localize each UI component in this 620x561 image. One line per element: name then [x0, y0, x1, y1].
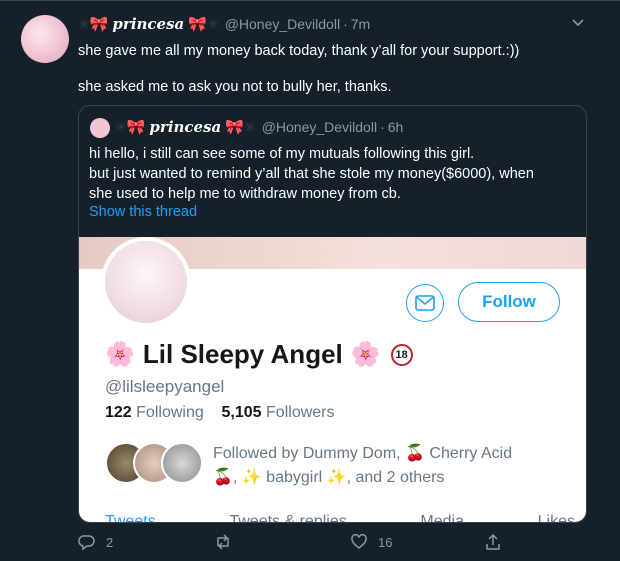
quoted-text-line: she used to help me to withdraw money fr… [89, 186, 401, 202]
tab-media: Media [420, 513, 464, 523]
bow-icon: 🎀 [188, 16, 207, 33]
quoted-handle: @Honey_Devildoll [261, 119, 378, 135]
chevron-down-icon[interactable] [571, 15, 585, 29]
share-icon [486, 533, 500, 550]
age-restriction-badge: 18 [390, 343, 413, 366]
tweet-header: ✳ 🎀 princesa 🎀 ✳ @Honey_Devildoll · 7m [78, 13, 370, 35]
show-thread-link[interactable]: Show this thread [89, 204, 197, 220]
follower-avatar [161, 442, 203, 484]
tweet[interactable]: ✳ 🎀 princesa 🎀 ✳ @Honey_Devildoll · 7m s… [0, 0, 620, 561]
spider-icon: ✳ [115, 118, 127, 135]
retweet-icon [217, 534, 229, 550]
tweet-text-line: she gave me all my money back today, tha… [78, 43, 520, 59]
bow-icon: 🎀 [89, 16, 109, 33]
like-count: 16 [378, 534, 393, 550]
follow-button: Follow [458, 282, 560, 322]
bow-icon: 🎀 [126, 119, 146, 136]
tab-tweets: Tweets [105, 513, 156, 523]
retweet-button[interactable] [214, 533, 242, 551]
spider-icon: ✳ [206, 15, 219, 32]
author-name[interactable]: princesa [112, 15, 184, 33]
separator-dot: · [343, 16, 348, 32]
flower-icon: 🌸 [350, 341, 381, 368]
profile-tabs: Tweets Tweets & replies Media Likes [105, 513, 575, 523]
quoted-text-line: hi hello, i still can see some of my mut… [89, 146, 475, 162]
separator-dot: · [380, 119, 385, 135]
profile-name: Lil Sleepy Angel [142, 339, 343, 369]
followed-by-line: Followed by Dummy Dom, 🍒 Cherry Acid [213, 445, 513, 462]
quoted-text-line: but just wanted to remind y’all that she… [89, 166, 534, 182]
following-label: Following [136, 404, 204, 421]
bow-icon: 🎀 [225, 119, 244, 136]
tweet-text-line: she asked me to ask you not to bully her… [78, 79, 392, 95]
quoted-avatar [90, 118, 110, 138]
timestamp[interactable]: 7m [351, 16, 370, 32]
profile-picture [101, 237, 191, 327]
profile-stats: 122 Following 5,105 Followers [105, 404, 335, 422]
reply-count: 2 [106, 534, 114, 550]
quoted-text: hi hello, i still can see some of my mut… [89, 144, 579, 204]
share-button[interactable] [484, 533, 512, 551]
spider-icon: ✳ [243, 118, 256, 135]
quoted-author-name: princesa [149, 118, 222, 136]
followed-by-text: Followed by Dummy Dom, 🍒 Cherry Acid 🍒, … [213, 442, 573, 490]
followers-count: 5,105 [221, 404, 262, 421]
message-button [406, 284, 444, 322]
profile-username: @lilsleepyangel [105, 377, 225, 396]
quoted-header: ✳ 🎀 princesa 🎀 ✳ @Honey_Devildoll · 6h [115, 116, 403, 138]
followed-by-line: 🍒, ✨ babygirl ✨, and 2 others [213, 469, 445, 486]
tab-tweets-replies: Tweets & replies [229, 513, 347, 523]
followers-label: Followers [266, 404, 335, 421]
author-handle[interactable]: @Honey_Devildoll [225, 16, 340, 32]
profile-name-row: 🌸 Lil Sleepy Angel 🌸 18 [105, 339, 413, 370]
flower-icon: 🌸 [105, 341, 135, 368]
reply-button[interactable]: 2 [78, 533, 113, 551]
following-count: 122 [105, 404, 132, 421]
tab-likes: Likes [537, 513, 575, 523]
profile-screenshot-image: Follow 🌸 Lil Sleepy Angel 🌸 18 @lilsleep… [79, 237, 586, 523]
quoted-timestamp: 6h [387, 119, 404, 135]
spider-icon: ✳ [78, 15, 90, 32]
quoted-tweet[interactable]: ✳ 🎀 princesa 🎀 ✳ @Honey_Devildoll · 6h h… [78, 105, 587, 523]
mail-icon [415, 295, 435, 311]
action-bar: 2 16 [78, 533, 500, 553]
like-button[interactable]: 16 [350, 533, 392, 551]
heart-icon [351, 533, 367, 549]
avatar[interactable] [21, 15, 69, 63]
reply-icon [78, 535, 95, 551]
